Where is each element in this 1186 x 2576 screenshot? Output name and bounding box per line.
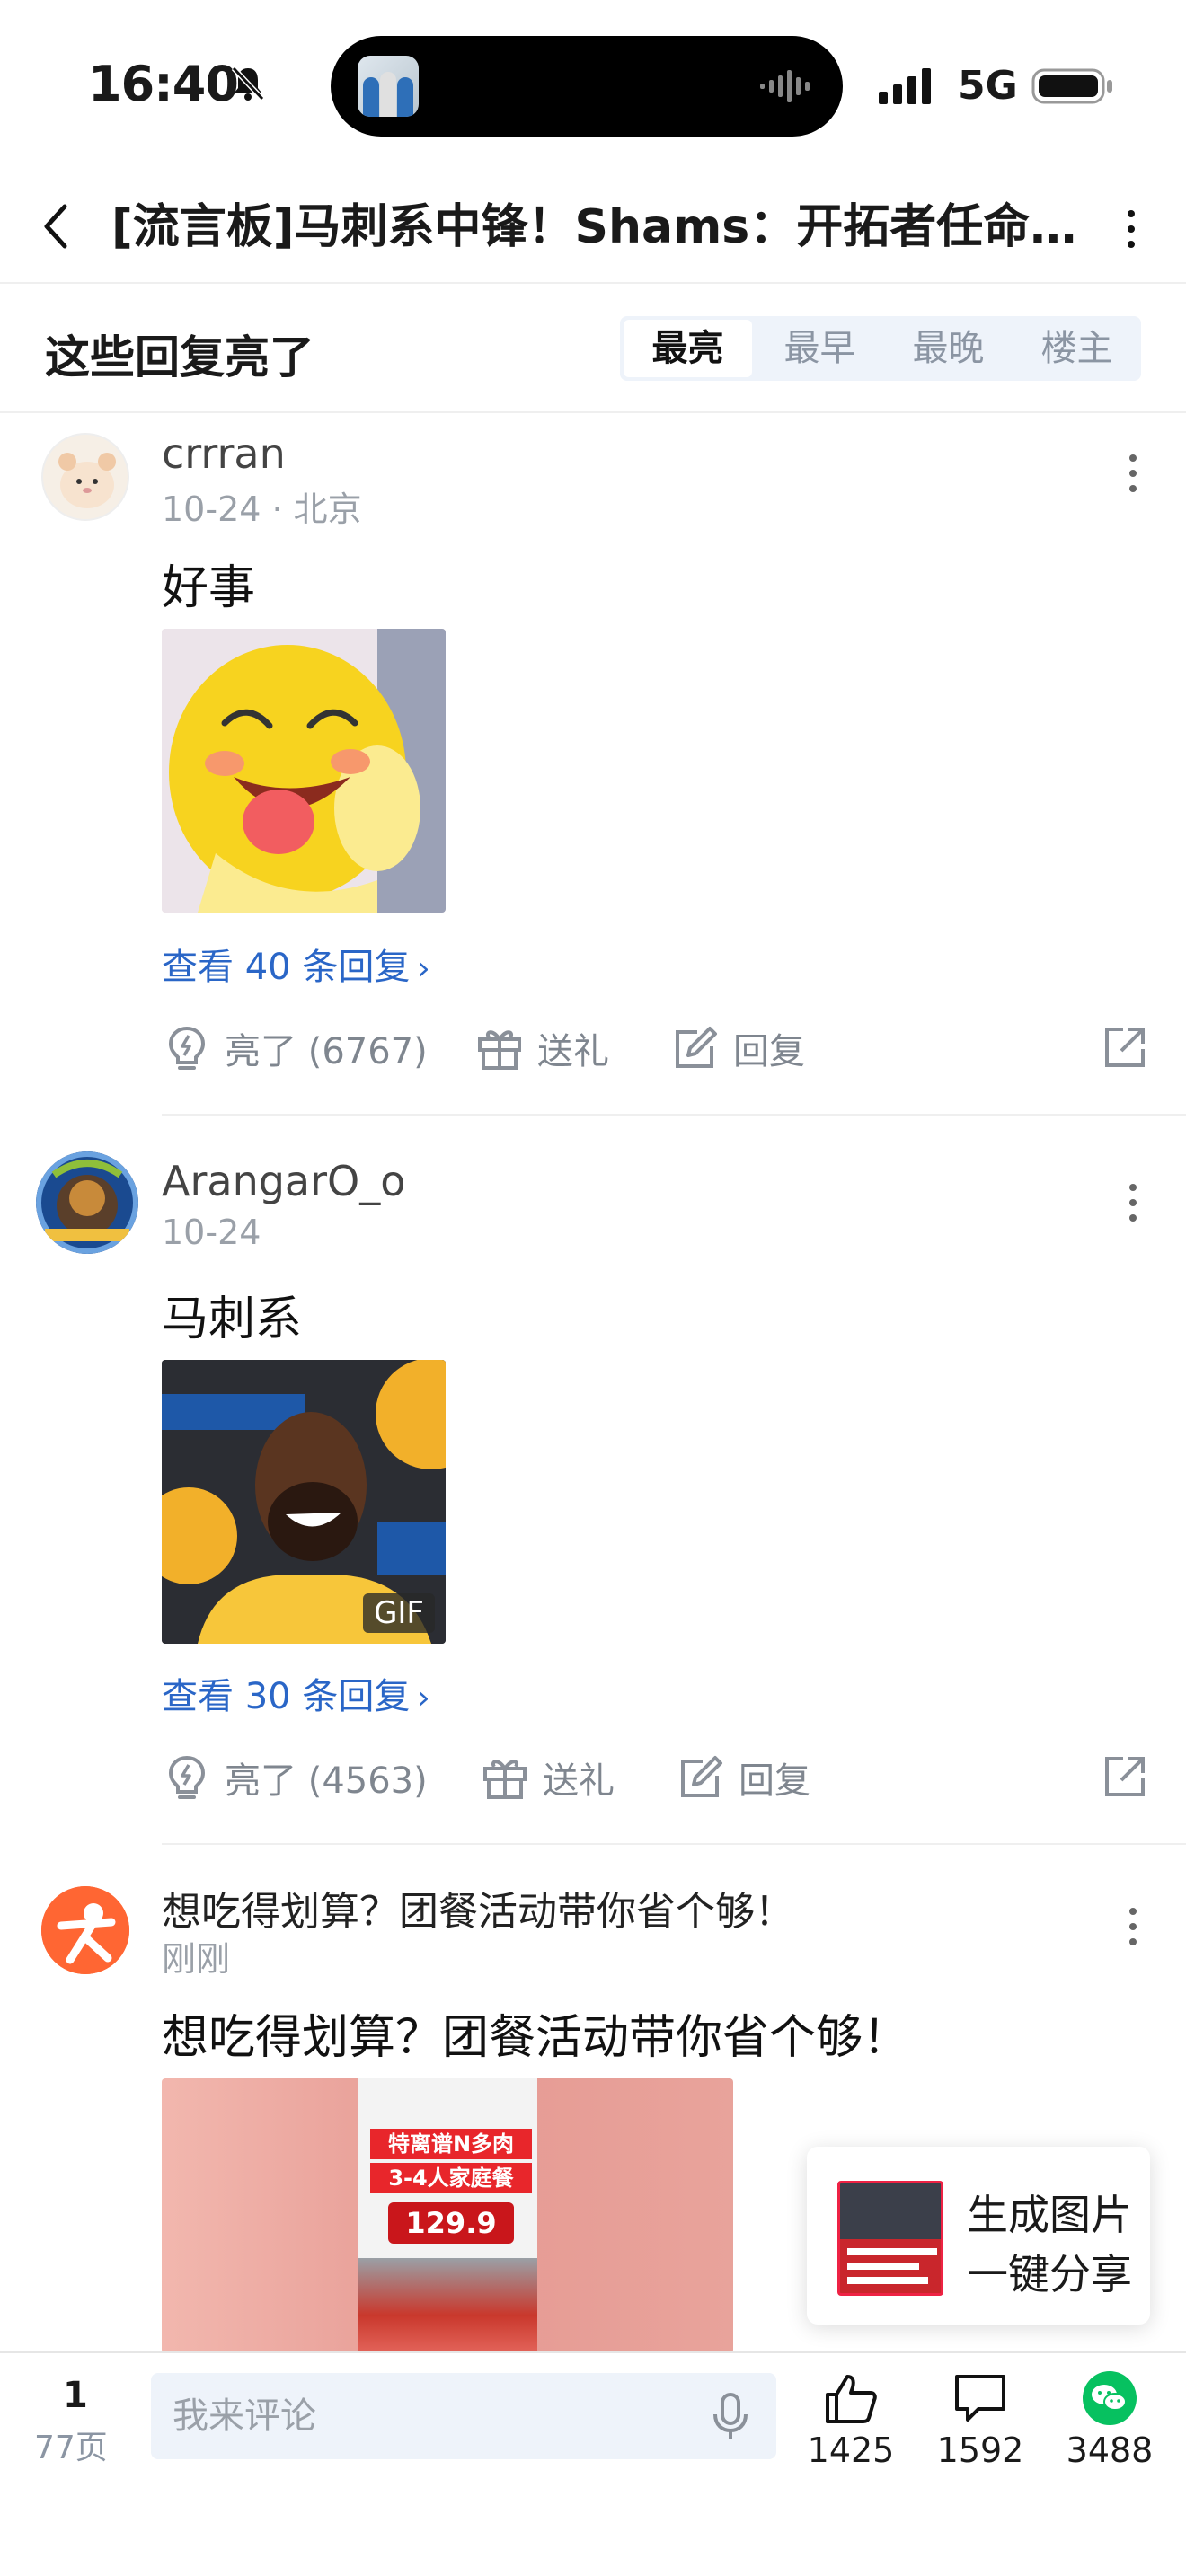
comment-author[interactable]: crrran [162, 429, 286, 478]
comment-author[interactable]: ArangarO_o [162, 1157, 405, 1205]
view-replies-label: 查看 40 条回复 [162, 947, 411, 988]
ad-poster-headline: 特离谱N多肉 [370, 2129, 532, 2159]
ad-text: 想吃得划算？团餐活动带你省个够！ [162, 2011, 910, 2065]
comment-input[interactable] [173, 2373, 676, 2459]
microphone-icon[interactable] [708, 2391, 753, 2443]
share-out-icon[interactable] [1100, 1022, 1150, 1072]
battery-icon [1031, 68, 1112, 104]
comment-count-total: 1592 [936, 2430, 1024, 2470]
chevron-right-icon: › [417, 950, 430, 987]
dynamic-island[interactable] [331, 36, 843, 137]
back-arrow-icon[interactable] [36, 199, 75, 253]
sort-tabs: 最亮 最早 最晚 楼主 [620, 316, 1141, 381]
view-replies-link[interactable]: 查看 30 条回复 › [162, 1667, 430, 1719]
share-out-icon[interactable] [1100, 1751, 1150, 1802]
audio-wave-icon [760, 70, 810, 102]
like-button[interactable]: 亮了 (6767) [162, 1017, 428, 1080]
laughing-emoji-image [162, 629, 446, 913]
more-options-icon[interactable] [1118, 207, 1145, 251]
dianping-logo-icon [41, 1886, 129, 1974]
avatar[interactable] [36, 1151, 138, 1254]
ad-meta: 刚刚 [162, 1939, 231, 1979]
like-button[interactable]: 亮了 (4563) [162, 1746, 428, 1809]
ad-poster-price: 129.9 [388, 2202, 514, 2244]
page-title: [流言板]马刺系中锋！Shams：开拓者任命... [111, 200, 1082, 254]
ad-poster-food [358, 2258, 537, 2353]
comment-meta: 10-24 [162, 1213, 261, 1252]
generate-image-share-card[interactable]: 生成图片 一键分享 [807, 2147, 1150, 2325]
ad-more-icon[interactable] [1120, 1904, 1146, 1949]
comment-bubble-icon [955, 2375, 1005, 2422]
reply-button[interactable]: 回复 [670, 1017, 805, 1080]
comment-input-box[interactable] [151, 2373, 776, 2459]
like-count: 亮了 (6767) [225, 1031, 428, 1072]
divider [162, 1843, 1186, 1845]
network-type: 5G [958, 63, 1018, 109]
gift-icon [483, 1760, 527, 1799]
gift-label: 送礼 [543, 1760, 615, 1802]
wechat-icon [1083, 2371, 1137, 2425]
comment-item: ArangarO_o 10-24 马刺系 GIF 查看 30 条回复 › 亮了 … [0, 1141, 1186, 1841]
avatar[interactable] [41, 433, 129, 521]
view-replies-link[interactable]: 查看 40 条回复 › [162, 938, 430, 990]
ad-poster: 特离谱N多肉 3-4人家庭餐 129.9 [358, 2078, 537, 2353]
sort-tab-brightest[interactable]: 最亮 [624, 320, 752, 377]
comment-text: 马刺系 [162, 1292, 303, 1346]
share-card-line1: 生成图片 [967, 2191, 1132, 2239]
share-preview-thumbnail [837, 2181, 943, 2296]
edit-reply-icon [676, 1027, 717, 1068]
status-time: 16:40 [88, 56, 239, 112]
reply-label: 回复 [739, 1760, 810, 1802]
chevron-right-icon: › [417, 1680, 430, 1716]
divider [162, 1114, 1186, 1116]
cellular-signal-icon [879, 68, 931, 104]
bell-muted-icon [231, 66, 265, 101]
comment-sticker-image[interactable] [162, 629, 446, 913]
sort-tab-latest[interactable]: 最晚 [884, 316, 1013, 381]
view-replies-label: 查看 30 条回复 [162, 1676, 411, 1717]
sort-tab-op[interactable]: 楼主 [1013, 316, 1141, 381]
comment-actions: 亮了 (4563) 送礼 回复 [162, 1746, 1150, 1809]
lightbulb-icon [168, 1755, 206, 1799]
comment-gif-image[interactable]: GIF [162, 1360, 446, 1644]
lightbulb-icon [168, 1026, 206, 1070]
status-bar: 16:40 5G [0, 0, 1186, 171]
comment-text: 好事 [162, 561, 256, 615]
reply-button[interactable]: 回复 [676, 1746, 810, 1809]
avatar-image [36, 1151, 138, 1254]
avatar-image [58, 453, 116, 508]
comment-more-icon[interactable] [1120, 1180, 1146, 1225]
ad-author[interactable]: 想吃得划算？团餐活动带你省个够！ [162, 1879, 794, 1936]
sort-tab-earliest[interactable]: 最早 [756, 316, 884, 381]
live-activity-thumbnail [358, 56, 419, 117]
gift-button[interactable]: 送礼 [474, 1017, 609, 1080]
thumbs-up-icon [826, 2375, 877, 2423]
bottom-bar: 1 77页 1425 1592 3488 [0, 2351, 1186, 2576]
section-header: 这些回复亮了 最亮 最早 最晚 楼主 [0, 286, 1186, 413]
comment-actions: 亮了 (6767) 送礼 回复 [162, 1017, 1150, 1080]
like-post-button[interactable]: 1425 [792, 2371, 909, 2470]
comment-item: crrran 10-24 · 北京 好事 查看 40 条回复 › 亮了 (676… [0, 413, 1186, 1114]
gif-badge: GIF [363, 1593, 435, 1633]
wechat-share-button[interactable]: 3488 [1051, 2371, 1168, 2470]
nav-bar: [流言板]马刺系中锋！Shams：开拓者任命... [0, 171, 1186, 284]
ad-poster-subline: 3-4人家庭餐 [370, 2163, 532, 2193]
gift-label: 送礼 [537, 1031, 609, 1072]
reply-label: 回复 [733, 1031, 805, 1072]
like-count: 亮了 (4563) [225, 1760, 428, 1802]
gift-button[interactable]: 送礼 [480, 1746, 615, 1809]
section-title: 这些回复亮了 [45, 331, 314, 384]
current-page: 1 [63, 2375, 88, 2416]
edit-reply-icon [681, 1756, 722, 1797]
like-count-total: 1425 [807, 2430, 895, 2470]
share-card-line2: 一键分享 [967, 2250, 1132, 2298]
ad-avatar[interactable] [41, 1886, 129, 1974]
comments-button[interactable]: 1592 [922, 2371, 1039, 2470]
ad-image[interactable]: 特离谱N多肉 3-4人家庭餐 129.9 [162, 2078, 733, 2353]
total-pages: 77页 [34, 2430, 108, 2466]
gift-icon [478, 1030, 521, 1070]
comment-meta: 10-24 · 北京 [162, 490, 362, 529]
comment-more-icon[interactable] [1120, 451, 1146, 496]
share-count-total: 3488 [1066, 2430, 1154, 2470]
